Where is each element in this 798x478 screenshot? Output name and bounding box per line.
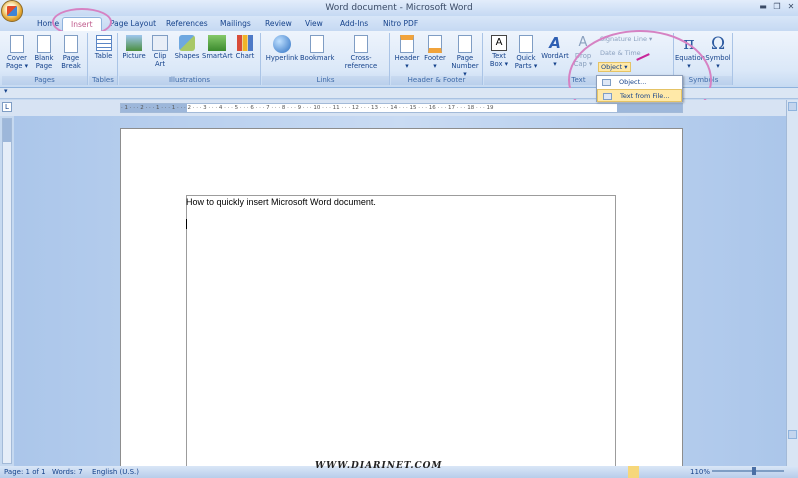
blank-page-icon bbox=[37, 35, 51, 53]
group-header-footer: Header ▾ Footer ▾ Page Number ▾ Header & Fo… bbox=[391, 33, 483, 85]
page-break-icon bbox=[64, 35, 78, 53]
object-dropdown-menu: Object... Text from File... bbox=[596, 75, 683, 102]
view-buttons[interactable] bbox=[628, 466, 686, 478]
group-label-tables: Tables bbox=[89, 76, 117, 85]
cross-reference-icon bbox=[354, 35, 368, 53]
bookmark-icon bbox=[310, 35, 324, 53]
customize-icon[interactable]: ▾ bbox=[4, 87, 8, 95]
group-tables: Table Tables bbox=[89, 33, 118, 85]
ruler-right-margin bbox=[617, 104, 682, 112]
window-title: Word document - Microsoft Word bbox=[325, 3, 473, 13]
hyperlink-button[interactable]: Hyperlink bbox=[264, 35, 300, 62]
cover-page-button[interactable]: Cover Page ▾ bbox=[4, 35, 30, 70]
watermark: WWW.DIARINET.COM bbox=[315, 461, 443, 471]
text-cursor bbox=[186, 219, 187, 229]
hyperlink-icon bbox=[273, 35, 291, 53]
cover-page-icon bbox=[10, 35, 24, 53]
picture-icon bbox=[126, 35, 142, 51]
menu-item-object[interactable]: Object... bbox=[597, 76, 682, 89]
tab-references[interactable]: References bbox=[166, 17, 208, 32]
header-button[interactable]: Header ▾ bbox=[393, 35, 421, 70]
group-label-links: Links bbox=[262, 76, 389, 85]
text-from-file-icon bbox=[603, 93, 612, 100]
tab-nitro-pdf[interactable]: Nitro PDF bbox=[383, 17, 418, 32]
horizontal-ruler[interactable]: · 1 · · · 2 · · · 1 · · · 1 · · · 2 · · … bbox=[120, 103, 683, 113]
vertical-scrollbar[interactable] bbox=[786, 100, 798, 466]
tab-page-layout[interactable]: Page Layout bbox=[110, 17, 156, 32]
shapes-button[interactable]: Shapes bbox=[174, 35, 200, 60]
group-illustrations: Picture Clip Art Shapes SmartArt Chart Il… bbox=[119, 33, 261, 85]
office-logo-icon bbox=[7, 6, 17, 16]
status-words[interactable]: Words: 7 bbox=[52, 466, 83, 478]
cross-reference-button[interactable]: Cross-reference bbox=[335, 35, 387, 70]
zoom-slider-thumb[interactable] bbox=[752, 467, 756, 475]
tab-review[interactable]: Review bbox=[265, 17, 292, 32]
ruler-ticks: · 1 · · · 2 · · · 1 · · · 1 · · · 2 · · … bbox=[121, 105, 494, 111]
minimize-button[interactable]: ▬ bbox=[758, 2, 768, 12]
header-icon bbox=[400, 35, 414, 53]
wordart-icon: A bbox=[549, 34, 561, 52]
text-box[interactable] bbox=[186, 195, 616, 468]
tab-selector-button[interactable]: L bbox=[2, 102, 12, 112]
picture-button[interactable]: Picture bbox=[121, 35, 147, 60]
group-label-illustrations: Illustrations bbox=[119, 76, 260, 85]
tab-mailings[interactable]: Mailings bbox=[220, 17, 251, 32]
page-number-button[interactable]: Page Number ▾ bbox=[449, 35, 481, 78]
text-box-icon: A bbox=[491, 35, 507, 51]
vertical-ruler[interactable] bbox=[2, 118, 12, 464]
menu-item-text-from-file[interactable]: Text from File... bbox=[597, 89, 682, 102]
smartart-button[interactable]: SmartArt bbox=[202, 35, 233, 60]
wordart-button[interactable]: A WordArt ▾ bbox=[540, 35, 570, 68]
table-button[interactable]: Table bbox=[91, 35, 116, 60]
tab-view[interactable]: View bbox=[305, 17, 323, 32]
shapes-icon bbox=[179, 35, 195, 51]
clip-art-icon bbox=[152, 35, 168, 51]
tab-add-ins[interactable]: Add-Ins bbox=[340, 17, 368, 32]
quick-parts-icon bbox=[519, 35, 533, 53]
status-language[interactable]: English (U.S.) bbox=[92, 466, 139, 478]
clip-art-button[interactable]: Clip Art bbox=[149, 35, 171, 68]
title-bar: Word document - Microsoft Word bbox=[0, 0, 798, 16]
document-text[interactable]: How to quickly insert Microsoft Word doc… bbox=[186, 197, 376, 207]
group-label-header-footer: Header & Footer bbox=[391, 76, 482, 85]
smartart-icon bbox=[208, 35, 226, 51]
scroll-down-icon[interactable] bbox=[788, 430, 797, 439]
group-label-pages: Pages bbox=[2, 76, 87, 85]
zoom-slider[interactable] bbox=[712, 467, 784, 475]
bookmark-button[interactable]: Bookmark bbox=[300, 35, 334, 62]
blank-page-button[interactable]: Blank Page bbox=[32, 35, 56, 70]
footer-icon bbox=[428, 35, 442, 53]
office-button[interactable] bbox=[1, 0, 23, 22]
close-button[interactable]: ✕ bbox=[786, 2, 796, 12]
chart-icon bbox=[237, 35, 253, 51]
page-number-icon bbox=[458, 35, 472, 53]
object-icon bbox=[602, 79, 611, 86]
text-box-button[interactable]: A Text Box ▾ bbox=[487, 35, 511, 68]
table-icon bbox=[95, 35, 112, 51]
footer-button[interactable]: Footer ▾ bbox=[422, 35, 448, 70]
group-links: Hyperlink Bookmark Cross-reference Links bbox=[262, 33, 390, 85]
zoom-level[interactable]: 110% bbox=[690, 466, 710, 478]
scroll-up-icon[interactable] bbox=[788, 102, 797, 111]
chart-button[interactable]: Chart bbox=[233, 35, 257, 60]
ruler-top-margin bbox=[3, 119, 11, 142]
page-break-button[interactable]: Page Break bbox=[58, 35, 84, 70]
symbol-icon: Ω bbox=[710, 34, 726, 54]
group-pages: Cover Page ▾ Blank Page Page Break Pages bbox=[2, 33, 88, 85]
maximize-button[interactable]: ❐ bbox=[772, 2, 782, 12]
quick-parts-button[interactable]: Quick Parts ▾ bbox=[514, 35, 538, 70]
status-page[interactable]: Page: 1 of 1 bbox=[4, 466, 46, 478]
